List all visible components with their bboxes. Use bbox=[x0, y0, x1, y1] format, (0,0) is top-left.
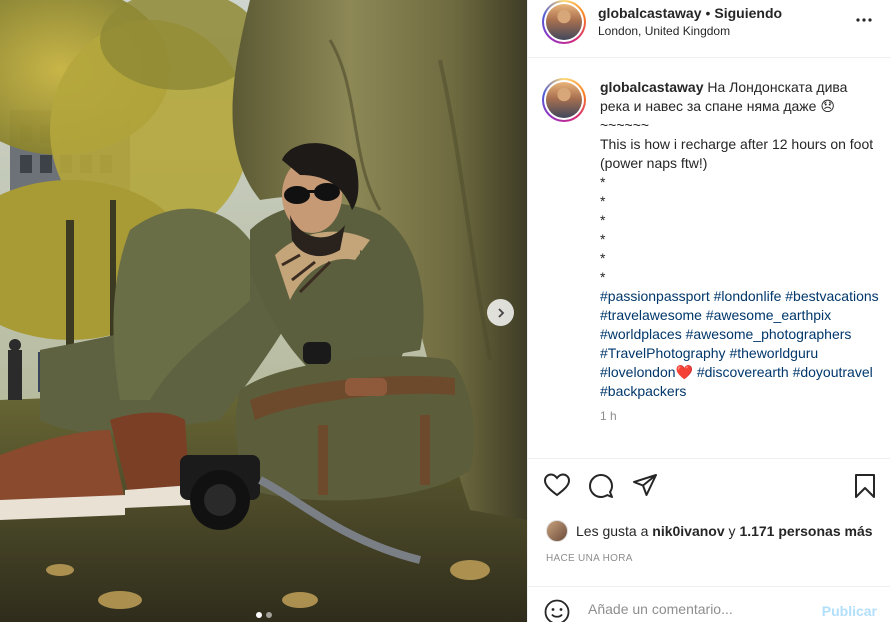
hashtag-link[interactable]: #passionpassport bbox=[600, 288, 710, 304]
liker-username[interactable]: nik0ivanov bbox=[652, 523, 724, 539]
post-photo[interactable] bbox=[0, 0, 527, 622]
caption-username[interactable]: globalcastaway bbox=[600, 79, 704, 95]
hashtag-link[interactable]: #lovelondon❤️ bbox=[600, 364, 693, 380]
hashtag-link[interactable]: #bestvacations bbox=[785, 288, 878, 304]
avatar[interactable] bbox=[542, 0, 586, 44]
comment-input[interactable] bbox=[588, 601, 808, 617]
hashtag-link[interactable]: #londonlife bbox=[714, 288, 782, 304]
hashtag-link[interactable]: #awesome_photographers bbox=[686, 326, 852, 342]
likes-prefix: Les gusta a bbox=[576, 523, 649, 539]
likes-middle: y bbox=[728, 523, 736, 539]
action-bar bbox=[528, 458, 890, 506]
more-options-icon[interactable] bbox=[856, 12, 872, 28]
liker-avatar[interactable] bbox=[546, 520, 568, 542]
next-image-button[interactable] bbox=[487, 299, 514, 326]
smiley-icon[interactable] bbox=[544, 599, 570, 622]
hashtag-link[interactable]: #worldplaces bbox=[600, 326, 682, 342]
hashtag-list: #passionpassport #londonlife #bestvacati… bbox=[600, 287, 881, 401]
comments-section[interactable]: globalcastaway На Лондонската дива река … bbox=[528, 58, 890, 458]
caption-text: На Лондонската дива река и навес за спан… bbox=[600, 79, 874, 285]
hashtag-link[interactable]: #theworldguru bbox=[729, 345, 818, 361]
header-separator: • bbox=[705, 5, 711, 21]
comment-bubble-icon[interactable] bbox=[588, 473, 614, 499]
post-side-panel: globalcastaway • Siguiendo London, United … bbox=[527, 0, 890, 622]
heart-icon[interactable] bbox=[544, 473, 570, 497]
post-header: globalcastaway • Siguiendo London, United … bbox=[528, 0, 890, 58]
hashtag-link[interactable]: #doyoutravel bbox=[793, 364, 873, 380]
hashtag-link[interactable]: #awesome_earthpix bbox=[706, 307, 831, 323]
caption-text-block: globalcastaway На Лондонската дива река … bbox=[600, 78, 881, 287]
photo-image bbox=[0, 0, 527, 622]
chevron-right-icon bbox=[497, 307, 504, 318]
carousel-dots bbox=[0, 612, 527, 618]
caption-comment: globalcastaway На Лондонската дива река … bbox=[528, 58, 890, 423]
publish-button[interactable]: Publicar bbox=[822, 603, 877, 619]
post-timestamp[interactable]: HACE UNA HORA bbox=[546, 553, 633, 564]
caption-avatar[interactable] bbox=[542, 78, 586, 122]
add-comment-bar: Publicar bbox=[528, 586, 890, 622]
bookmark-icon[interactable] bbox=[854, 473, 876, 499]
header-username[interactable]: globalcastaway bbox=[598, 5, 702, 21]
hashtag-link[interactable]: #TravelPhotography bbox=[600, 345, 726, 361]
carousel-dot bbox=[255, 612, 262, 618]
carousel-dot bbox=[265, 612, 272, 618]
hashtag-link[interactable]: #backpackers bbox=[600, 383, 686, 399]
paper-plane-icon[interactable] bbox=[632, 473, 658, 497]
follow-status-button[interactable]: Siguiendo bbox=[714, 5, 782, 21]
likes-count[interactable]: 1.171 personas más bbox=[739, 523, 872, 539]
hashtag-link[interactable]: #discoverearth bbox=[697, 364, 789, 380]
likes-summary: Les gusta a nik0ivanov y 1.171 personas … bbox=[546, 520, 873, 542]
hashtag-link[interactable]: #travelawesome bbox=[600, 307, 702, 323]
location-link[interactable]: London, United Kingdom bbox=[598, 24, 730, 38]
caption-time: 1 h bbox=[600, 409, 617, 423]
